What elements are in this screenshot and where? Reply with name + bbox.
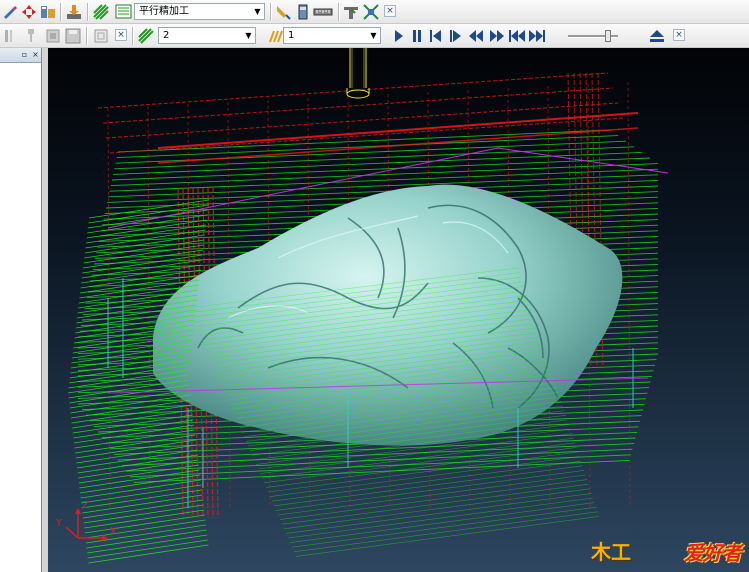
- axis-triad: [65, 508, 108, 541]
- close-icon[interactable]: ×: [673, 29, 685, 41]
- toolbar-separator: [132, 27, 134, 45]
- scene-line: [291, 506, 597, 548]
- scene-line: [75, 439, 196, 459]
- watermark-text: 爱好者: [684, 541, 742, 565]
- scene-line: [293, 511, 598, 553]
- scene-line: [82, 494, 203, 514]
- scene-line: [283, 488, 591, 530]
- scene-line: [273, 465, 583, 507]
- explorer-panel: ▫ ×: [0, 48, 42, 572]
- 3d-viewport[interactable]: Z X Y 木工 爱好者: [48, 48, 749, 572]
- ruler-icon[interactable]: [313, 3, 333, 21]
- toolbar-separator: [338, 3, 340, 21]
- tool-assembly-icon[interactable]: [44, 27, 62, 45]
- watermark-logo: 木工: [591, 540, 631, 564]
- toolpath-icon[interactable]: [92, 3, 110, 21]
- speed-slider[interactable]: [568, 30, 618, 42]
- close-icon[interactable]: ×: [384, 5, 396, 17]
- chevron-down-icon[interactable]: ▼: [242, 28, 255, 43]
- simulation-toolbar: × 2 ▼ 1 ▼ ×: [0, 24, 749, 48]
- window-icon[interactable]: [92, 27, 110, 45]
- operation-combo[interactable]: 平行精加工 ▼: [134, 3, 265, 20]
- strategy-icon[interactable]: [115, 3, 133, 21]
- scene-line: [84, 514, 205, 534]
- step-back-icon[interactable]: [430, 30, 442, 42]
- slider-thumb[interactable]: [605, 30, 612, 42]
- scene-line: [295, 516, 600, 557]
- toolpath-select-value: 2: [163, 30, 170, 41]
- scene-line: [281, 483, 589, 525]
- scene-line: [271, 460, 582, 502]
- axis-x-label: X: [110, 526, 117, 537]
- scene-line: [74, 429, 195, 449]
- verify-icon[interactable]: [362, 3, 380, 21]
- toolpath-select[interactable]: 2 ▼: [158, 27, 256, 44]
- scene-line: [85, 524, 207, 544]
- scene-line: [279, 479, 588, 520]
- pause-icon[interactable]: [412, 30, 422, 42]
- restore-icon[interactable]: ▫: [20, 50, 29, 59]
- scene-line: [80, 269, 201, 289]
- scene-line: [113, 151, 643, 175]
- step-forward-icon[interactable]: [450, 30, 462, 42]
- scene-line: [88, 544, 209, 564]
- edit-icon[interactable]: [1, 3, 19, 21]
- axis-y-label: Y: [56, 518, 63, 529]
- check-icon[interactable]: [342, 3, 360, 21]
- tool-select-value: 1: [288, 30, 295, 41]
- scene-line: [85, 519, 206, 539]
- save-icon[interactable]: [64, 27, 82, 45]
- tool-icon[interactable]: [266, 27, 284, 45]
- scene-line: [114, 146, 635, 170]
- toolbar-separator: [60, 3, 62, 21]
- grip-icon: [1, 27, 15, 45]
- play-icon[interactable]: [394, 30, 404, 42]
- scene-line: [82, 499, 204, 519]
- scene-line: [87, 539, 208, 559]
- toolbar-separator: [270, 3, 272, 21]
- carved-relief-model: [153, 184, 623, 446]
- chevron-down-icon[interactable]: ▼: [251, 4, 264, 19]
- scene-line: [85, 224, 207, 244]
- fast-forward-icon[interactable]: [490, 30, 505, 42]
- scene-line: [157, 112, 639, 149]
- to-end-icon[interactable]: [529, 30, 545, 42]
- move-icon[interactable]: [20, 3, 38, 21]
- chevron-down-icon[interactable]: ▼: [367, 28, 380, 43]
- close-icon[interactable]: ×: [115, 29, 127, 41]
- panel-header: ▫ ×: [0, 48, 41, 63]
- main-toolbar: 平行精加工 ▼ ×: [0, 0, 749, 24]
- toolpath-scene: [65, 48, 669, 564]
- eject-icon[interactable]: [650, 30, 664, 42]
- scene-line: [102, 87, 614, 124]
- scene-line: [79, 469, 200, 489]
- tool-holder-icon[interactable]: [22, 27, 40, 45]
- export-icon[interactable]: [65, 3, 83, 21]
- scene-line: [81, 489, 202, 509]
- scene-line: [277, 474, 586, 516]
- tool-select[interactable]: 1 ▼: [283, 27, 381, 44]
- stock-icon[interactable]: [294, 3, 312, 21]
- axis-z-label: Z: [82, 500, 89, 511]
- toolpath-icon[interactable]: [137, 27, 155, 45]
- operation-combo-value: 平行精加工: [139, 6, 189, 17]
- scene-line: [285, 493, 592, 534]
- to-start-icon[interactable]: [509, 30, 525, 42]
- scene-line: [287, 497, 594, 539]
- scene-line: [83, 504, 204, 524]
- toolbar-separator: [86, 27, 88, 45]
- tool-icon[interactable]: [274, 3, 292, 21]
- scene-line: [265, 447, 577, 488]
- toolbar-separator: [87, 3, 89, 21]
- tool-library-icon[interactable]: [39, 3, 57, 21]
- close-icon[interactable]: ×: [31, 50, 40, 59]
- scene-line: [84, 509, 205, 529]
- rewind-icon[interactable]: [469, 30, 484, 42]
- scene-line: [75, 434, 196, 454]
- scene-line: [289, 502, 595, 543]
